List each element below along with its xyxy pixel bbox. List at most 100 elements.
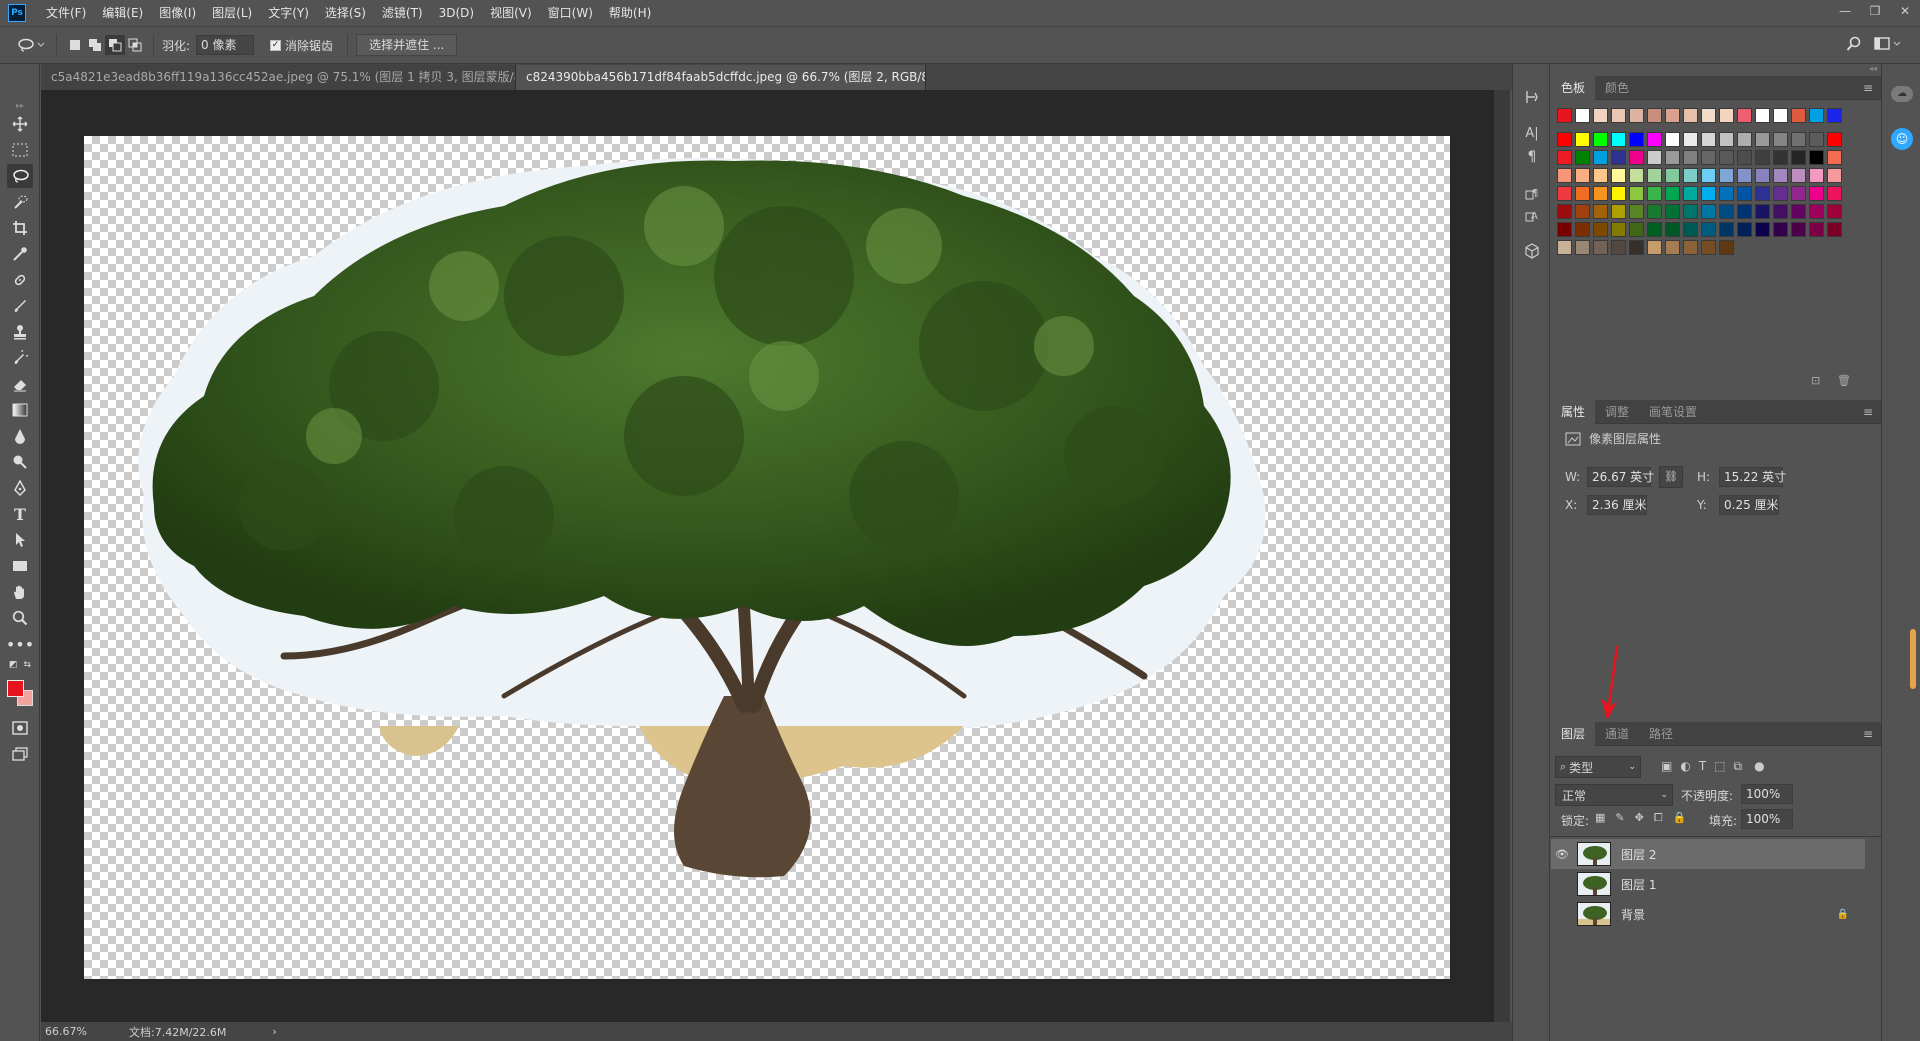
- color-swatch[interactable]: [1773, 132, 1788, 147]
- color-swatch[interactable]: [1647, 204, 1662, 219]
- color-swatch[interactable]: [1611, 168, 1626, 183]
- screen-mode-icon[interactable]: [7, 742, 33, 766]
- eyedropper-tool-icon[interactable]: [7, 242, 33, 266]
- y-field[interactable]: 0.25 厘米: [1719, 495, 1779, 515]
- color-swatch[interactable]: [1827, 204, 1842, 219]
- menu-select[interactable]: 选择(S): [317, 0, 374, 26]
- color-swatch[interactable]: [1737, 186, 1752, 201]
- restore-button[interactable]: ❐: [1860, 0, 1890, 22]
- dodge-tool-icon[interactable]: [7, 450, 33, 474]
- smart-object-filter-icon[interactable]: ⧉: [1734, 759, 1743, 774]
- history-brush-tool-icon[interactable]: [7, 346, 33, 370]
- color-swatch[interactable]: [1683, 150, 1698, 165]
- menu-view[interactable]: 视图(V): [482, 0, 540, 26]
- x-field[interactable]: 2.36 厘米: [1587, 495, 1647, 515]
- color-swatch[interactable]: [1665, 222, 1680, 237]
- select-and-mask-button[interactable]: 选择并遮住 ...: [356, 34, 458, 56]
- document-tab-2[interactable]: c824390bba456b171df84faab5dcffdc.jpeg @ …: [516, 65, 926, 90]
- color-swatch[interactable]: [1557, 222, 1572, 237]
- color-swatch[interactable]: [1647, 186, 1662, 201]
- menu-file[interactable]: 文件(F): [38, 0, 94, 26]
- visibility-eye-icon[interactable]: 👁: [1551, 848, 1573, 861]
- layer-row[interactable]: 👁 图层 2: [1551, 839, 1865, 869]
- color-swatch[interactable]: [1701, 132, 1716, 147]
- color-swatch[interactable]: [1629, 204, 1644, 219]
- search-icon[interactable]: [1846, 36, 1862, 55]
- color-swatch[interactable]: [1809, 204, 1824, 219]
- color-swatch[interactable]: [1791, 108, 1806, 123]
- color-swatch[interactable]: [1593, 168, 1608, 183]
- color-swatch[interactable]: [1683, 222, 1698, 237]
- color-swatch[interactable]: [1575, 150, 1590, 165]
- color-swatch[interactable]: [1647, 108, 1662, 123]
- color-swatch[interactable]: [1557, 204, 1572, 219]
- color-swatch[interactable]: [1701, 108, 1716, 123]
- add-selection-icon[interactable]: [85, 35, 105, 55]
- subtract-selection-icon[interactable]: [105, 35, 125, 55]
- color-swatch[interactable]: [1773, 186, 1788, 201]
- color-swatch[interactable]: [1719, 204, 1734, 219]
- color-swatch[interactable]: [1755, 132, 1770, 147]
- color-swatch[interactable]: [1593, 222, 1608, 237]
- color-swatch[interactable]: [1701, 168, 1716, 183]
- color-swatch[interactable]: [1557, 150, 1572, 165]
- color-swatch[interactable]: [1629, 132, 1644, 147]
- color-swatch[interactable]: [1791, 168, 1806, 183]
- pixel-filter-icon[interactable]: ▣: [1661, 759, 1672, 774]
- color-swatch[interactable]: [1575, 132, 1590, 147]
- color-swatch[interactable]: [1719, 108, 1734, 123]
- lasso-preset-icon[interactable]: [14, 35, 48, 55]
- color-swatch[interactable]: [1719, 186, 1734, 201]
- color-swatch[interactable]: [1737, 222, 1752, 237]
- color-swatch[interactable]: [1683, 240, 1698, 255]
- color-swatch[interactable]: [1809, 132, 1824, 147]
- color-swatch[interactable]: [1701, 204, 1716, 219]
- lasso-tool-icon[interactable]: [7, 164, 33, 188]
- color-swatch[interactable]: [1737, 204, 1752, 219]
- color-swatch[interactable]: [1611, 240, 1626, 255]
- learn-icon[interactable]: ☺: [1891, 128, 1913, 150]
- menu-help[interactable]: 帮助(H): [601, 0, 659, 26]
- color-swatch[interactable]: [1737, 132, 1752, 147]
- color-swatch[interactable]: [1773, 150, 1788, 165]
- new-selection-icon[interactable]: [65, 35, 85, 55]
- intersect-selection-icon[interactable]: [125, 35, 145, 55]
- color-swatch[interactable]: [1791, 186, 1806, 201]
- color-swatch[interactable]: [1719, 222, 1734, 237]
- status-menu-arrow[interactable]: ›: [272, 1025, 276, 1038]
- color-swatch[interactable]: [1701, 150, 1716, 165]
- color-swatch[interactable]: [1719, 132, 1734, 147]
- character-styles-icon[interactable]: A: [1520, 204, 1544, 226]
- lock-artboard-icon[interactable]: ⧠: [1654, 811, 1663, 825]
- tab-color[interactable]: 颜色: [1595, 76, 1639, 100]
- height-field[interactable]: 15.22 英寸: [1719, 467, 1786, 487]
- color-swatch[interactable]: [1611, 132, 1626, 147]
- layer-row[interactable]: 图层 1: [1551, 869, 1865, 899]
- color-swatch[interactable]: [1791, 204, 1806, 219]
- color-swatch[interactable]: [1611, 108, 1626, 123]
- close-button[interactable]: ✕: [1890, 0, 1920, 22]
- color-swatch[interactable]: [1791, 150, 1806, 165]
- menu-edit[interactable]: 编辑(E): [94, 0, 151, 26]
- opacity-field[interactable]: 100%: [1741, 784, 1793, 804]
- color-swatch[interactable]: [1827, 186, 1842, 201]
- color-swatch[interactable]: [1593, 204, 1608, 219]
- color-swatch[interactable]: [1611, 204, 1626, 219]
- lock-pixels-icon[interactable]: ✎: [1615, 811, 1624, 825]
- color-swatch[interactable]: [1557, 168, 1572, 183]
- menu-filter[interactable]: 滤镜(T): [374, 0, 431, 26]
- color-swatch[interactable]: [1827, 168, 1842, 183]
- blur-tool-icon[interactable]: [7, 424, 33, 448]
- gradient-tool-icon[interactable]: [7, 398, 33, 422]
- color-swatch[interactable]: [1701, 186, 1716, 201]
- color-swatch[interactable]: [1683, 168, 1698, 183]
- layer-row[interactable]: 背景 🔒: [1551, 899, 1865, 929]
- character-icon[interactable]: A|: [1520, 122, 1544, 144]
- 3d-icon[interactable]: [1520, 240, 1544, 262]
- panel-scroll-indicator[interactable]: [1910, 629, 1916, 689]
- color-swatch[interactable]: [1737, 108, 1752, 123]
- canvas-vertical-scrollbar[interactable]: [1494, 90, 1510, 1022]
- color-swatch[interactable]: [1593, 132, 1608, 147]
- type-tool-icon[interactable]: T: [7, 502, 33, 526]
- layer-name[interactable]: 图层 2: [1621, 846, 1656, 863]
